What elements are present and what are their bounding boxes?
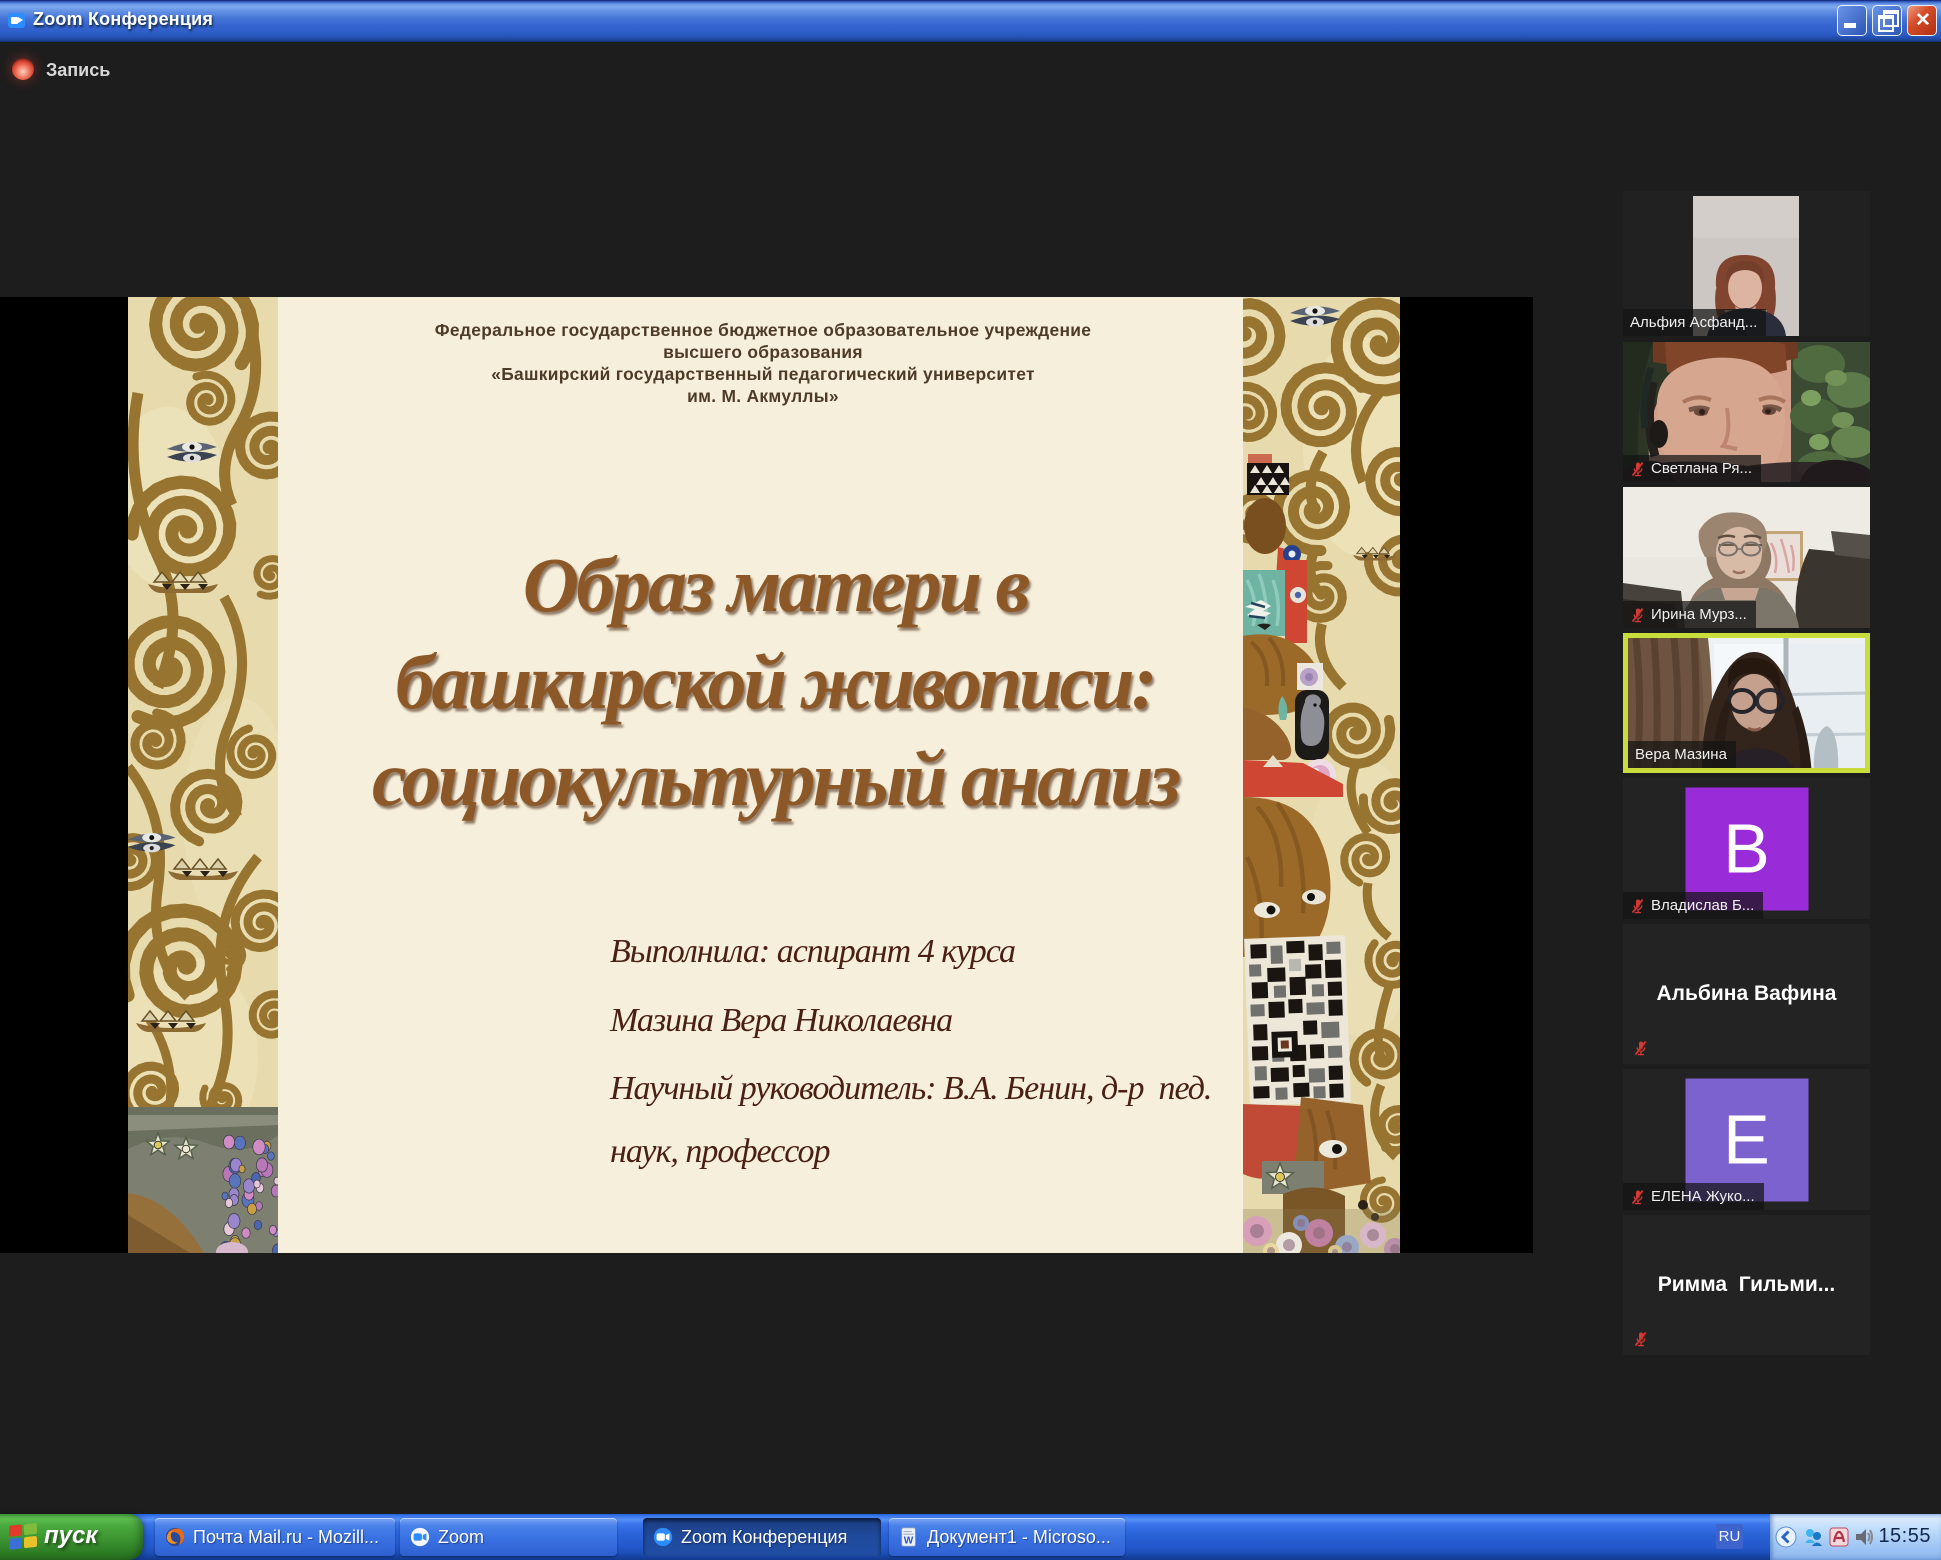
svg-text:W: W [904,1535,914,1546]
